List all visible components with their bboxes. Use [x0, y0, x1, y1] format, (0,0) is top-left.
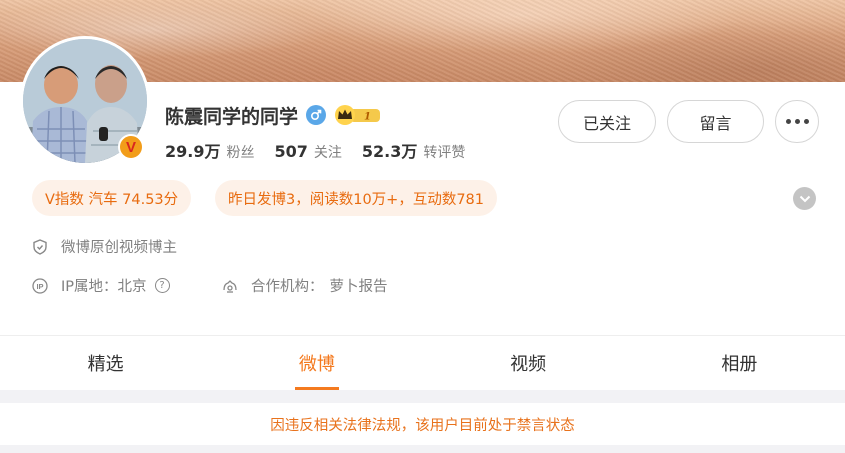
stat-following[interactable]: 507 关注: [274, 142, 341, 162]
tab-featured[interactable]: 精选: [0, 336, 211, 390]
tab-weibo[interactable]: 微博: [211, 336, 422, 390]
stat-label: 转评赞: [423, 145, 466, 161]
more-dots-icon: [785, 119, 809, 124]
stat-label: 关注: [313, 145, 342, 161]
stat-value: 507: [274, 142, 308, 161]
stat-reposts-comments-likes: 52.3万 转评赞: [362, 138, 465, 162]
v-index-tag[interactable]: V指数 汽车 74.53分: [32, 180, 192, 216]
tab-label: 视频: [510, 354, 547, 375]
crown-member-icon[interactable]: 1: [334, 105, 382, 125]
verified-v-icon: V: [118, 134, 144, 160]
tab-videos[interactable]: 视频: [423, 336, 634, 390]
bottom-gap: [0, 445, 845, 453]
shield-icon: [32, 238, 48, 255]
message-button[interactable]: 留言: [667, 100, 764, 143]
tab-albums[interactable]: 相册: [634, 336, 845, 390]
agency-icon: [222, 278, 238, 294]
ban-notice: 因违反相关法律法规，该用户目前处于禁言状态: [0, 403, 845, 445]
member-level: 1: [364, 112, 371, 123]
stat-value: 29.9万: [165, 142, 221, 161]
expand-chevron-icon[interactable]: [793, 187, 816, 210]
question-help-icon[interactable]: ?: [154, 278, 170, 293]
stat-followers[interactable]: 29.9万 粉丝: [165, 138, 254, 162]
agency-info: 合作机构： 萝卜报告: [222, 275, 388, 296]
ip-location-info: IP IP属地：北京 ?: [32, 275, 170, 296]
creator-label: 微博原创视频博主: [61, 240, 177, 256]
agency-label: 合作机构：: [251, 279, 324, 295]
agency-link[interactable]: 萝卜报告: [330, 275, 388, 296]
stat-label: 粉丝: [226, 145, 255, 161]
profile-name: 陈震同学的同学: [165, 105, 299, 128]
profile-tabs: 精选 微博 视频 相册: [0, 336, 845, 390]
tab-label: 微博: [298, 354, 335, 375]
tab-label: 精选: [87, 354, 124, 375]
section-gap: [0, 390, 845, 403]
more-button[interactable]: [775, 100, 819, 143]
post-summary-tag[interactable]: 昨日发博3，阅读数10万+，互动数781: [215, 180, 498, 216]
tab-label: 相册: [721, 354, 758, 375]
ip-location-label: IP属地：北京: [61, 279, 147, 295]
ip-location-icon: IP: [32, 277, 48, 294]
profile-name-row: 陈震同学的同学 1: [165, 101, 382, 129]
profile-stats: 29.9万 粉丝 507 关注 52.3万 转评赞: [165, 138, 485, 162]
creator-info: 微博原创视频博主: [32, 236, 177, 257]
followed-button[interactable]: 已关注: [558, 100, 656, 143]
stat-value: 52.3万: [361, 142, 418, 161]
svg-text:IP: IP: [36, 282, 43, 291]
male-gender-icon: [306, 105, 327, 125]
